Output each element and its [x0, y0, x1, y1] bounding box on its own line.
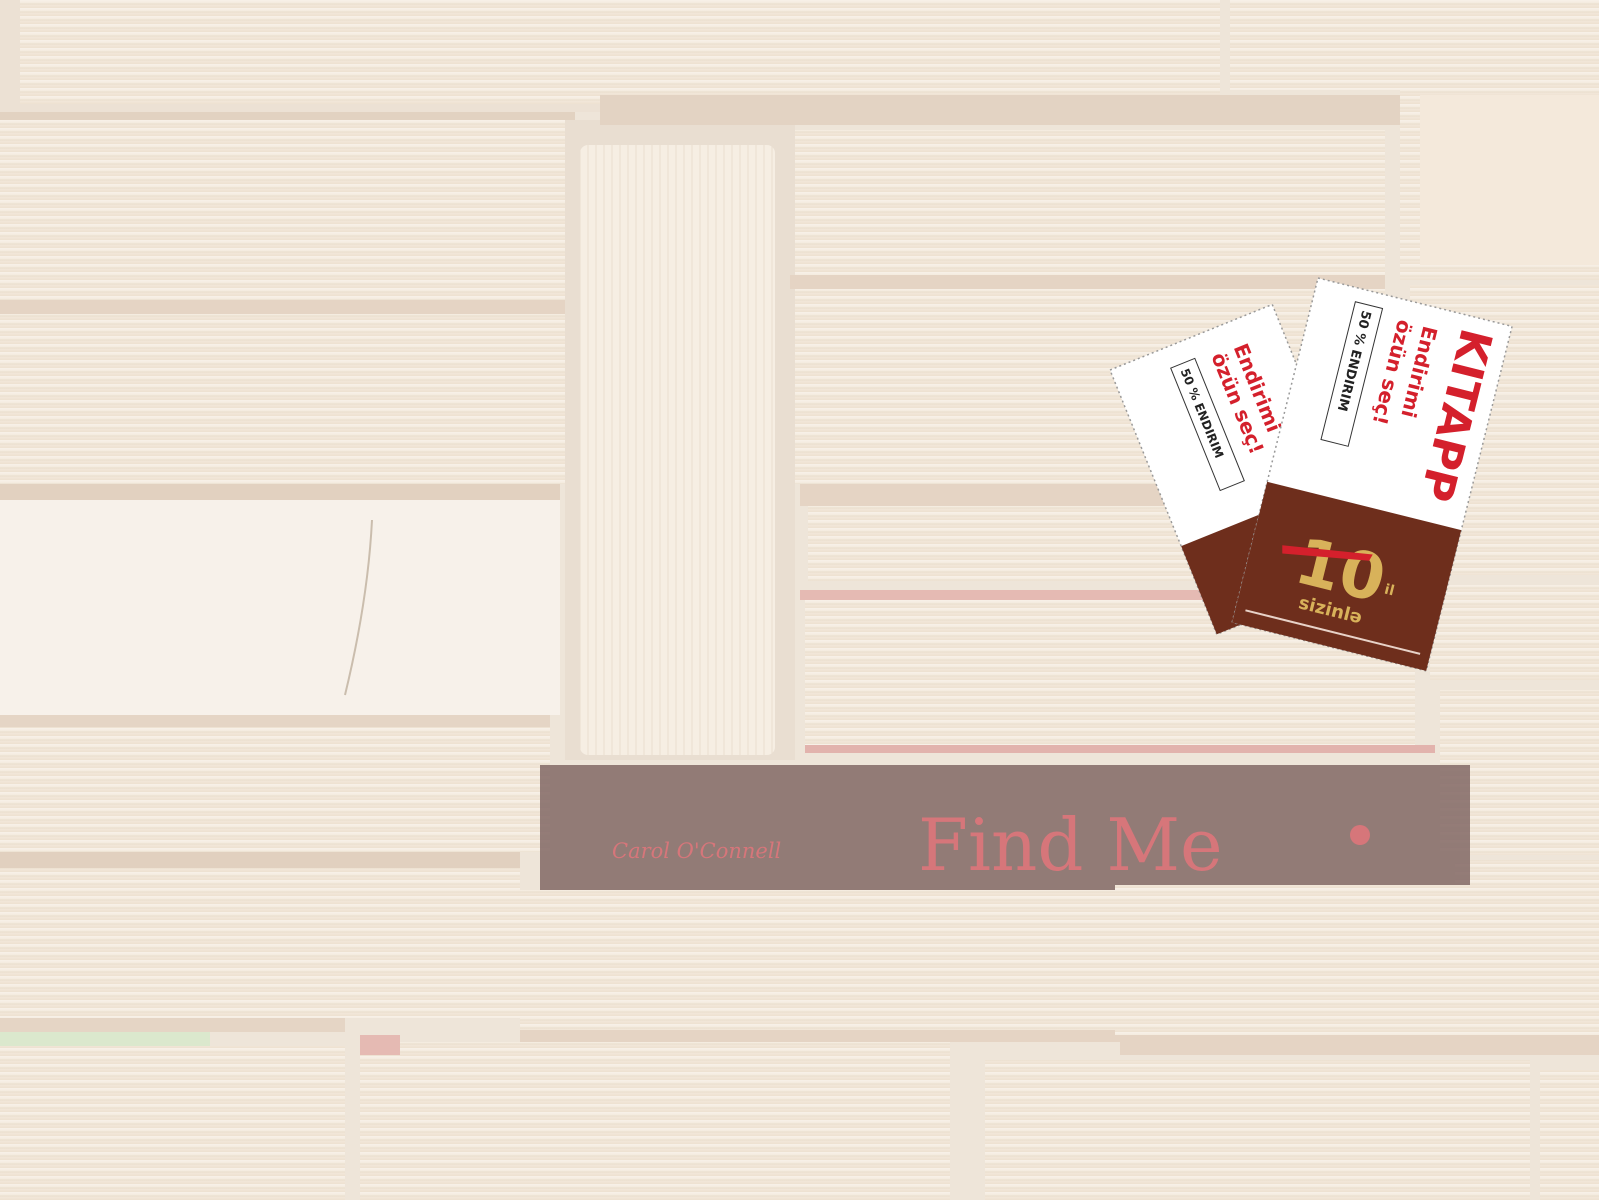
- books-stack-photo: Carol O'Connell Find Me Endirimi özün se…: [0, 0, 1599, 1200]
